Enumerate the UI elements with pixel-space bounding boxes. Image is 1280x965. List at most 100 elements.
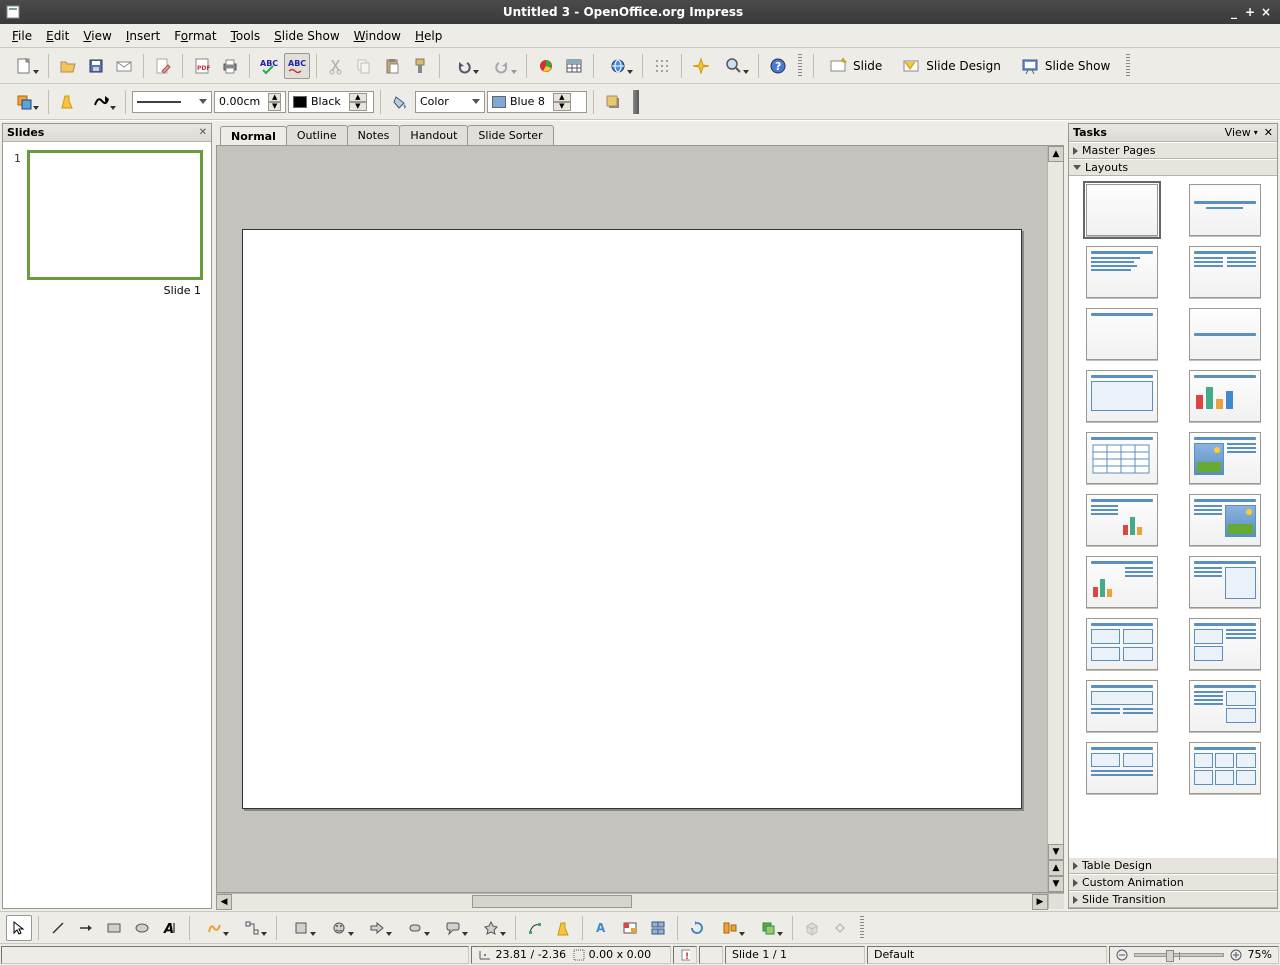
prev-slide-icon[interactable]: ▲ <box>1048 860 1064 876</box>
slides-list[interactable]: 1 Slide 1 <box>3 142 211 908</box>
layout-title[interactable] <box>1189 184 1261 236</box>
line-endings-button[interactable] <box>83 89 119 115</box>
basic-shapes-tool[interactable] <box>283 915 319 941</box>
vertical-scrollbar[interactable]: ▲ ▼ ▲ ▼ <box>1047 146 1063 892</box>
ellipse-tool[interactable] <box>129 915 155 941</box>
menu-format[interactable]: Format <box>168 27 222 45</box>
horizontal-scrollbar[interactable]: ◀ ▶ <box>216 894 1048 909</box>
fill-color-combo[interactable]: Blue 8▲▼ <box>487 91 587 113</box>
layout-title-only[interactable] <box>1086 308 1158 360</box>
tab-slide-sorter[interactable]: Slide Sorter <box>467 125 553 145</box>
slide-design-button[interactable]: Slide Design <box>893 53 1010 79</box>
tab-normal[interactable]: Normal <box>220 126 287 146</box>
slide-thumb-1[interactable]: 1 Slide 1 <box>11 150 203 297</box>
layout-four-objects[interactable] <box>1086 618 1158 670</box>
layout-title-content[interactable] <box>1086 246 1158 298</box>
slide-canvas-area[interactable] <box>217 146 1047 892</box>
layout-title-2text-object[interactable] <box>1189 618 1261 670</box>
open-button[interactable] <box>55 53 81 79</box>
layout-title-2objects-text[interactable] <box>1189 680 1261 732</box>
tasks-view-menu[interactable]: View ▾ <box>1225 126 1258 139</box>
spellcheck-button[interactable]: ABC <box>256 53 282 79</box>
scroll-right-icon[interactable]: ▶ <box>1032 894 1048 910</box>
menu-window[interactable]: Window <box>348 27 407 45</box>
layout-two-content[interactable] <box>1189 246 1261 298</box>
toolbar-grip-2[interactable] <box>1126 54 1130 78</box>
line-width-field[interactable]: 0.00cm▲▼ <box>214 91 286 113</box>
points-edit-tool[interactable] <box>522 915 548 941</box>
accordion-custom-animation[interactable]: Custom Animation <box>1069 874 1277 891</box>
cut-button[interactable] <box>323 53 349 79</box>
edit-file-button[interactable] <box>150 53 176 79</box>
arrange-button[interactable] <box>6 89 42 115</box>
line-color-combo[interactable]: Black▲▼ <box>288 91 374 113</box>
hyperlink-button[interactable] <box>600 53 636 79</box>
grid-button[interactable] <box>649 53 675 79</box>
flowchart-tool[interactable] <box>397 915 433 941</box>
accordion-slide-transition[interactable]: Slide Transition <box>1069 891 1277 908</box>
curve-tool[interactable] <box>196 915 232 941</box>
connector-tool[interactable] <box>234 915 270 941</box>
maximize-button[interactable]: + <box>1242 5 1258 19</box>
layout-title-object-2text[interactable] <box>1086 680 1158 732</box>
close-button[interactable]: × <box>1258 5 1274 19</box>
layout-title-text-chart[interactable] <box>1086 494 1158 546</box>
menu-file[interactable]: File <box>6 27 38 45</box>
rectangle-tool[interactable] <box>101 915 127 941</box>
layout-title-chart[interactable] <box>1189 370 1261 422</box>
layouts-grid[interactable] <box>1069 176 1277 857</box>
extrusion-tool[interactable] <box>799 915 825 941</box>
minimize-button[interactable]: _ <box>1226 5 1242 19</box>
tab-outline[interactable]: Outline <box>286 125 348 145</box>
gluepoints-tool[interactable] <box>550 915 576 941</box>
menu-view[interactable]: View <box>77 27 117 45</box>
zoom-in-icon[interactable] <box>1230 949 1242 961</box>
layout-title-text-object[interactable] <box>1189 556 1261 608</box>
callout-tool[interactable] <box>435 915 471 941</box>
fontwork-tool[interactable]: A <box>589 915 615 941</box>
layout-title-table[interactable] <box>1086 432 1158 484</box>
tab-notes[interactable]: Notes <box>347 125 401 145</box>
shadow-button[interactable] <box>600 89 626 115</box>
undo-button[interactable] <box>446 53 482 79</box>
slide-thumbnail[interactable] <box>27 150 203 280</box>
fill-mode-combo[interactable]: Color <box>415 91 485 113</box>
accordion-layouts[interactable]: Layouts <box>1069 159 1277 176</box>
toolbar-grip-3[interactable] <box>860 916 864 940</box>
menu-insert[interactable]: Insert <box>120 27 166 45</box>
toolbar-end-grip[interactable] <box>633 90 639 114</box>
layout-centered-text[interactable] <box>1189 308 1261 360</box>
scroll-left-icon[interactable]: ◀ <box>216 894 232 910</box>
layout-six-content[interactable] <box>1189 742 1261 794</box>
layout-title-clipart-text[interactable] <box>1189 432 1261 484</box>
area-fill-button[interactable] <box>387 89 413 115</box>
help-button[interactable]: ? <box>765 53 791 79</box>
slide-button[interactable]: Slide <box>820 53 891 79</box>
format-paintbrush-button[interactable] <box>407 53 433 79</box>
stars-tool[interactable] <box>473 915 509 941</box>
scroll-up-icon[interactable]: ▲ <box>1048 146 1064 162</box>
print-button[interactable] <box>217 53 243 79</box>
slide-show-button[interactable]: Slide Show <box>1012 53 1119 79</box>
glue-points-button[interactable] <box>55 89 81 115</box>
save-button[interactable] <box>83 53 109 79</box>
layout-title-chart-text[interactable] <box>1086 556 1158 608</box>
zoom-out-icon[interactable] <box>1116 949 1128 961</box>
symbol-shapes-tool[interactable] <box>321 915 357 941</box>
from-file-tool[interactable] <box>617 915 643 941</box>
slides-panel-close-icon[interactable]: ✕ <box>199 127 207 138</box>
accordion-master-pages[interactable]: Master Pages <box>1069 142 1277 159</box>
navigator-button[interactable] <box>688 53 714 79</box>
email-button[interactable] <box>111 53 137 79</box>
status-template[interactable]: Default <box>867 946 1107 964</box>
scroll-down-icon[interactable]: ▼ <box>1048 844 1064 860</box>
interaction-tool[interactable] <box>827 915 853 941</box>
line-style-combo[interactable] <box>132 91 212 113</box>
export-pdf-button[interactable]: PDF <box>189 53 215 79</box>
toolbar-grip[interactable] <box>798 54 802 78</box>
paste-button[interactable] <box>379 53 405 79</box>
redo-button[interactable] <box>484 53 520 79</box>
arrow-tool[interactable] <box>73 915 99 941</box>
align-tool[interactable] <box>712 915 748 941</box>
copy-button[interactable] <box>351 53 377 79</box>
